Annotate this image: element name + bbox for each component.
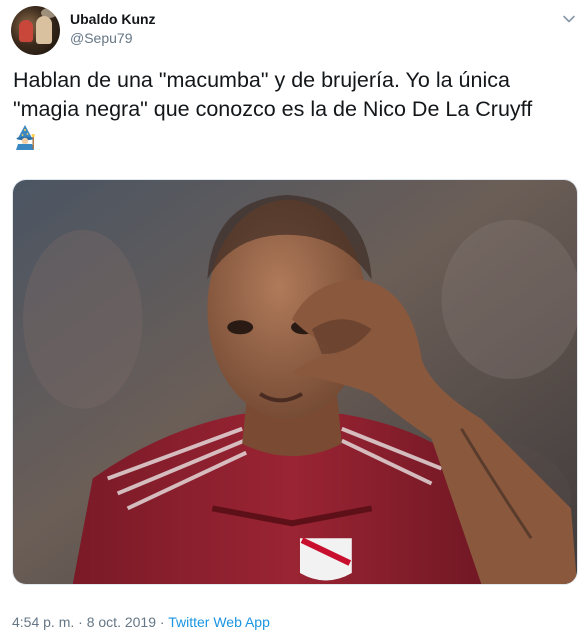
meta-separator: · <box>74 614 87 630</box>
avatar-figure-left <box>19 20 33 42</box>
tweet-body: Hablan de una "macumba" y de brujería. Y… <box>13 68 533 121</box>
display-name[interactable]: Ubaldo Kunz <box>70 11 156 28</box>
user-handle[interactable]: @Sepu79 <box>70 29 156 47</box>
tweet-meta: 4:54 p. m. · 8 oct. 2019 · Twitter Web A… <box>12 613 270 631</box>
tweet-source-link[interactable]: Twitter Web App <box>168 614 270 630</box>
tweet-photo[interactable] <box>12 179 578 585</box>
photo-image <box>13 180 577 584</box>
avatar[interactable] <box>11 6 60 55</box>
meta-separator-2: · <box>156 614 169 630</box>
tweet-card: Ubaldo Kunz @Sepu79 Hablan de una "macum… <box>0 0 588 637</box>
tweet-date[interactable]: 8 oct. 2019 <box>87 614 156 630</box>
avatar-figure-right <box>36 16 52 44</box>
tweet-text: Hablan de una "macumba" y de brujería. Y… <box>13 66 578 154</box>
tweet-time[interactable]: 4:54 p. m. <box>12 614 74 630</box>
user-info[interactable]: Ubaldo Kunz @Sepu79 <box>70 11 156 47</box>
mage-emoji-icon <box>16 125 35 150</box>
chevron-down-icon[interactable] <box>562 12 576 26</box>
